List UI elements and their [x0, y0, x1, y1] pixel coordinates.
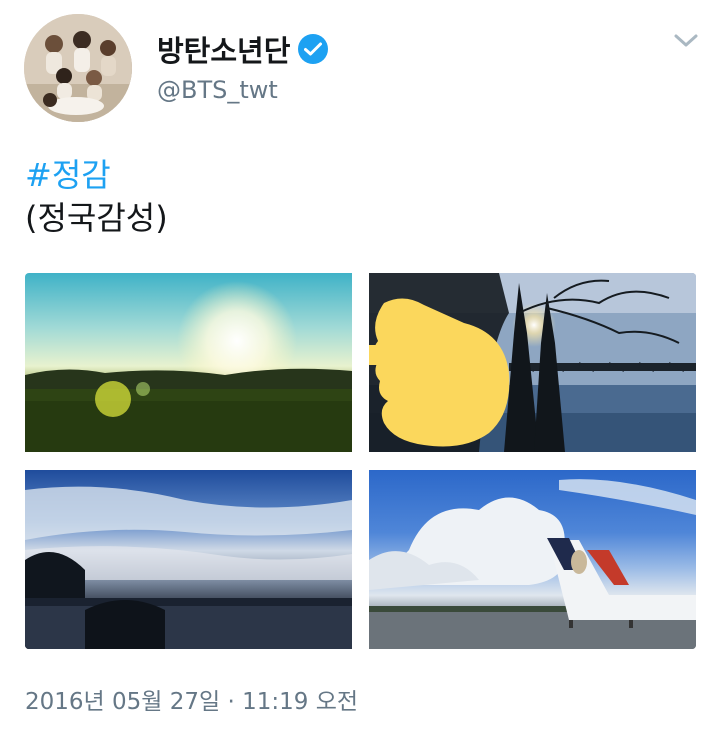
hashtag-link[interactable]: #정감 — [25, 155, 111, 195]
author-name-row[interactable]: 방탄소년단 — [157, 28, 329, 70]
author-handle[interactable]: @BTS_twt — [157, 76, 278, 104]
chevron-down-icon[interactable] — [673, 33, 699, 49]
photo-lakeside-trees-bridge[interactable] — [369, 273, 696, 452]
photo-airplane-blue-sky[interactable] — [369, 470, 696, 649]
photo-lake-cloudy-sky[interactable] — [25, 470, 352, 649]
author-display-name[interactable]: 방탄소년단 — [157, 28, 290, 70]
photo-sunlit-field[interactable] — [25, 273, 352, 452]
pointing-hand-emoji-icon — [369, 298, 510, 447]
avatar[interactable] — [24, 14, 132, 122]
verified-badge-icon — [298, 34, 329, 64]
tweet-text: (정국감성) — [25, 199, 168, 237]
group-photo-avatar-icon — [24, 14, 132, 122]
tweet-timestamp[interactable]: 2016년 05월 27일 · 11:19 오전 — [25, 682, 358, 716]
